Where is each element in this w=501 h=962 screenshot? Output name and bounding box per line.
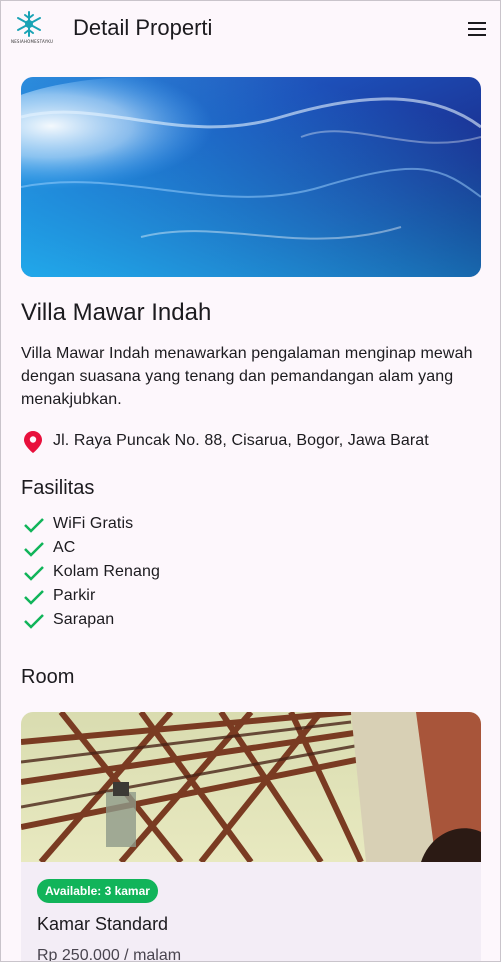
room-price: Rp 250.000 / malam — [37, 947, 182, 962]
check-icon — [24, 590, 44, 605]
facility-label: Sarapan — [53, 611, 115, 628]
property-description: Villa Mawar Indah menawarkan pengalaman … — [21, 345, 473, 408]
room-card[interactable]: Available: 3 kamar Kamar Standard Rp 250… — [21, 712, 481, 962]
check-icon — [24, 614, 44, 629]
check-icon — [24, 566, 44, 581]
availability-badge: Available: 3 kamar — [37, 879, 158, 903]
facility-label: Kolam Renang — [53, 563, 161, 580]
facility-label: Parkir — [53, 587, 96, 604]
room-photo — [21, 712, 481, 862]
page-title: Detail Properti — [73, 15, 213, 40]
facility-label: WiFi Gratis — [53, 515, 134, 532]
property-name: Villa Mawar Indah — [21, 299, 212, 326]
location-pin-icon — [24, 431, 42, 453]
facility-label: AC — [53, 539, 76, 556]
property-address: Jl. Raya Puncak No. 88, Cisarua, Bogor, … — [53, 432, 429, 449]
ocean-wave-photo — [21, 77, 481, 277]
app-screen: NESIAHOMESTAYKU Detail Properti Villa Ma… — [0, 0, 501, 962]
property-hero-image — [21, 77, 481, 277]
rooms-title: Room — [21, 666, 75, 688]
snowflake-logo-icon — [17, 11, 41, 37]
app-bar: NESIAHOMESTAYKU Detail Properti — [1, 1, 500, 57]
check-icon — [24, 518, 44, 533]
facilities-title: Fasilitas — [21, 477, 95, 499]
check-icon — [24, 542, 44, 557]
room-name: Kamar Standard — [37, 914, 169, 934]
app-logo[interactable]: NESIAHOMESTAYKU — [11, 10, 54, 48]
hamburger-menu-icon[interactable] — [465, 18, 489, 42]
logo-text: NESIAHOMESTAYKU — [11, 39, 54, 44]
